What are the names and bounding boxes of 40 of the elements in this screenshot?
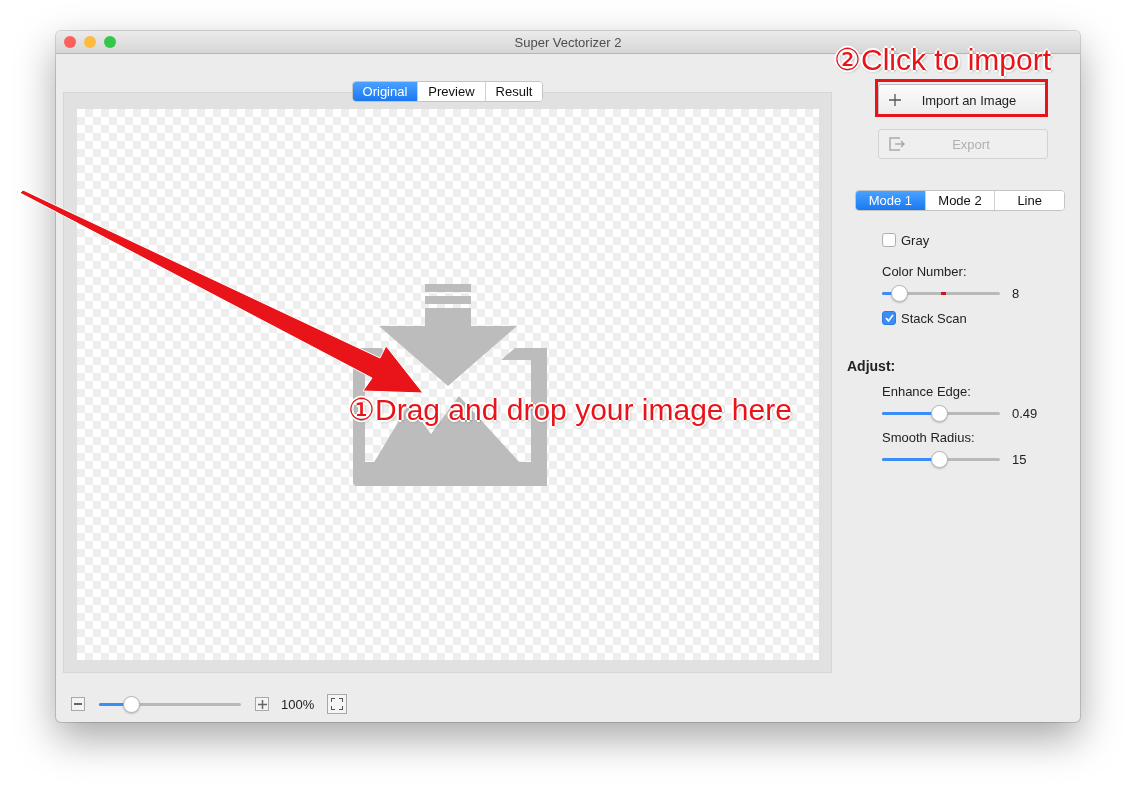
zoom-in-button[interactable]	[255, 697, 269, 711]
view-tab[interactable]: Result	[484, 82, 543, 101]
slider-track[interactable]	[882, 405, 1000, 422]
slider-label: Smooth Radius:	[882, 430, 976, 445]
slider-thumb[interactable]	[122, 695, 140, 713]
slider-thumb[interactable]	[930, 405, 948, 422]
slider-label: Color Number:	[882, 264, 968, 279]
slider-track[interactable]	[882, 451, 1000, 468]
checkbox[interactable]	[882, 311, 896, 325]
checkbox[interactable]	[882, 233, 896, 247]
close-button[interactable]	[64, 36, 76, 48]
checkbox-label: Gray	[901, 232, 930, 248]
mode-tab[interactable]: Mode 1	[856, 191, 925, 210]
zoom-percentage: 100%	[281, 696, 316, 712]
mode-tab[interactable]: Line	[994, 191, 1064, 210]
slider-label: Enhance Edge:	[882, 384, 972, 399]
zoom-button[interactable]	[104, 36, 116, 48]
minimize-button[interactable]	[84, 36, 96, 48]
annotation-text: ①Drag and drop your image here	[348, 392, 792, 427]
annotation-text: ②Click to import	[834, 42, 1052, 77]
slider-thumb[interactable]	[890, 285, 908, 302]
corners-icon	[331, 698, 343, 710]
tick-mark	[941, 292, 946, 295]
slider-value: 15	[1012, 452, 1027, 467]
checkbox-label: Stack Scan	[901, 310, 967, 326]
minus-icon	[74, 703, 82, 705]
plus-icon	[257, 699, 267, 709]
checkmark-icon	[884, 314, 894, 322]
zoom-out-button[interactable]	[71, 697, 85, 711]
fit-to-window-button[interactable]	[327, 694, 347, 714]
import-button[interactable]: Import an Image	[878, 84, 1048, 116]
section-heading: Adjust:	[847, 358, 897, 374]
slider-value: 8	[1012, 286, 1020, 301]
slider-value: 0.49	[1012, 406, 1038, 421]
window-title: Super Vectorizer 2	[514, 34, 622, 50]
plus-icon	[889, 94, 901, 106]
export-icon	[889, 137, 905, 151]
slider-track[interactable]	[882, 285, 1000, 302]
slider-track[interactable]	[99, 695, 241, 713]
slider-thumb[interactable]	[930, 451, 948, 468]
